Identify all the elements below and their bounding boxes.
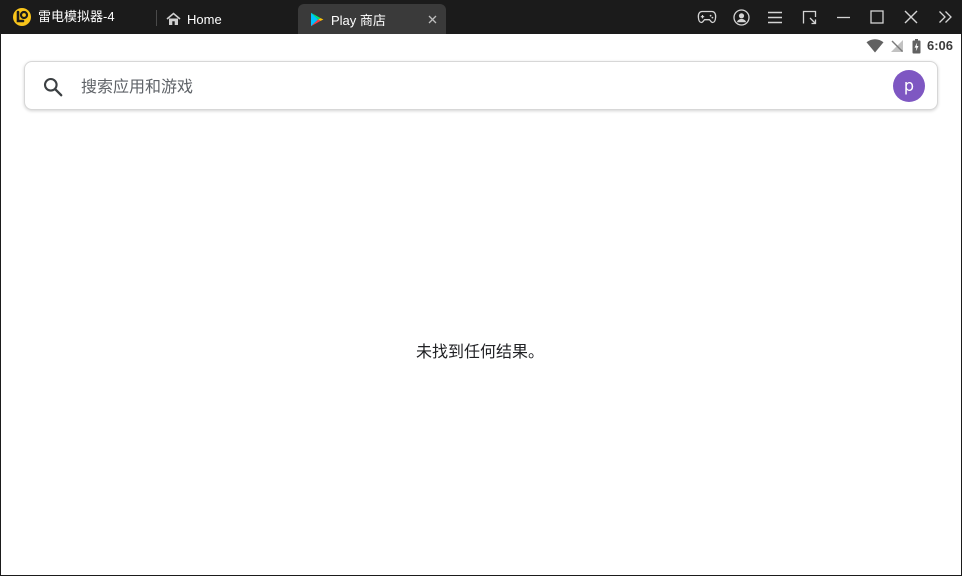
search-input[interactable] (81, 72, 861, 100)
status-icons: 6:06 (866, 37, 953, 55)
status-bar: 6:06 (1, 34, 961, 58)
gamepad-icon (697, 10, 717, 24)
title-bar: 雷电模拟器-4 Home Play 商店 (0, 0, 962, 34)
search-bar: p (24, 61, 938, 110)
close-tab-icon (428, 15, 436, 23)
maximize-icon (870, 10, 884, 24)
resize-button[interactable] (792, 0, 826, 34)
tab-divider (156, 10, 157, 26)
close-window-button[interactable] (894, 0, 928, 34)
menu-icon (768, 11, 782, 23)
expand-sidebar-button[interactable] (928, 0, 962, 34)
menu-button[interactable] (758, 0, 792, 34)
tab-home[interactable]: Home (162, 4, 292, 34)
android-screen: 6:06 p 未找到任何结果。 (1, 34, 961, 575)
no-results-message: 未找到任何结果。 (415, 342, 544, 361)
gamepad-button[interactable] (690, 0, 724, 34)
tab-close-button[interactable] (424, 11, 440, 27)
account-avatar[interactable]: p (893, 70, 925, 102)
ldplayer-logo-icon (13, 8, 31, 26)
expand-sidebar-icon (938, 11, 952, 23)
tab-play-store[interactable]: Play 商店 (298, 4, 446, 34)
wifi-icon (866, 39, 884, 53)
app-title: 雷电模拟器-4 (38, 9, 115, 24)
account-icon (732, 8, 750, 26)
no-signal-icon (890, 40, 903, 52)
minimize-button[interactable] (826, 0, 860, 34)
maximize-button[interactable] (860, 0, 894, 34)
play-store-icon (311, 12, 324, 26)
search-icon[interactable] (42, 76, 64, 98)
battery-charging-icon (912, 38, 921, 53)
status-clock: 6:06 (926, 38, 953, 53)
window-controls (690, 0, 962, 34)
app-brand: 雷电模拟器-4 (12, 7, 115, 27)
tab-play-store-label: Play 商店 (331, 12, 386, 28)
minimize-icon (836, 16, 850, 18)
emulator-window: 雷电模拟器-4 Home Play 商店 6:06 搜索应用和游戏 p 未找到任… (0, 0, 962, 576)
home-icon (166, 12, 181, 25)
resize-icon (802, 10, 816, 24)
tab-home-label: Home (187, 11, 222, 27)
close-icon (904, 10, 918, 24)
account-button[interactable] (724, 0, 758, 34)
